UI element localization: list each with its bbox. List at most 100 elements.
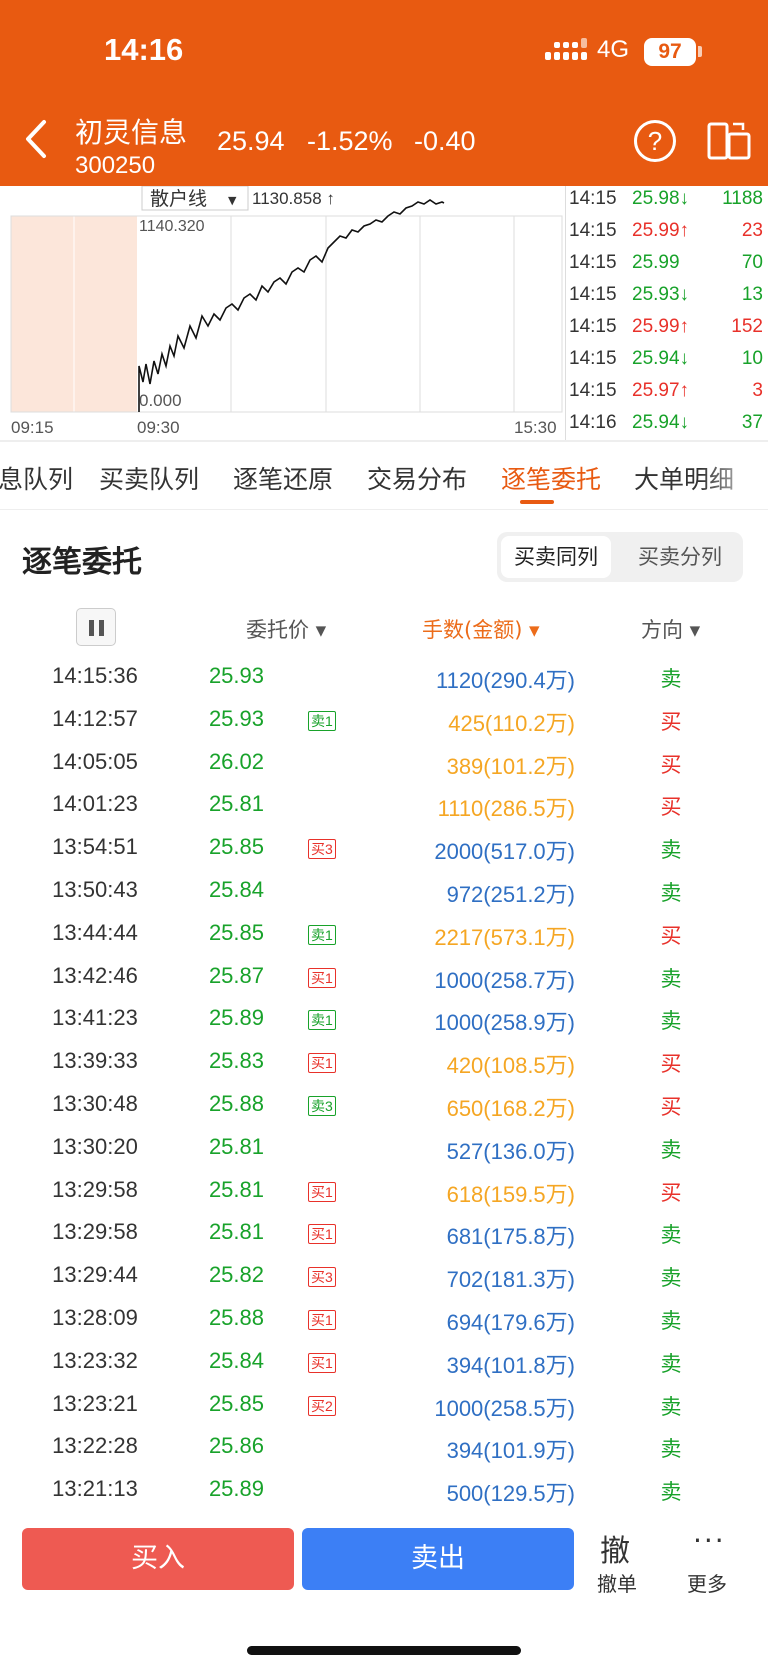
battery-tip	[698, 46, 702, 57]
tick-price: 25.94↓	[632, 348, 690, 369]
indicator-selector-label: 散户线	[150, 188, 207, 210]
back-arrow-icon[interactable]	[22, 118, 50, 160]
order-row[interactable]: 13:29:58 25.81 买1 681(175.8万) 卖	[0, 1219, 768, 1262]
tick-volume: 13	[741, 284, 763, 305]
tick-price: 25.94↓	[632, 412, 690, 433]
tab-tick-restore[interactable]: 逐笔还原	[233, 460, 333, 496]
intraday-chart[interactable]: 散户线 ▼ 1130.858 ↑ 1140.320 0.000 09:15 09…	[0, 186, 565, 440]
order-volume: 1120(290.4万)	[435, 668, 575, 693]
landscape-switch-icon[interactable]	[707, 120, 751, 162]
tab-order-queue[interactable]: 买卖队列	[99, 460, 199, 496]
order-volume: 618(159.5万)	[446, 1181, 575, 1207]
tab-queue[interactable]: 息队列	[0, 460, 73, 496]
order-direction: 卖	[660, 1138, 682, 1162]
order-volume: 394(101.8万)	[446, 1352, 575, 1378]
trade-tick-row: 14:15 25.99↑ 152	[566, 316, 768, 348]
order-row[interactable]: 13:29:58 25.81 买1 618(159.5万) 买	[0, 1177, 768, 1220]
tick-volume: 3	[752, 380, 763, 401]
order-row[interactable]: 13:30:20 25.81 527(136.0万) 卖	[0, 1134, 768, 1177]
tick-volume: 23	[741, 220, 763, 241]
tick-volume: 1188	[722, 188, 763, 209]
order-row[interactable]: 13:28:09 25.88 买1 694(179.6万) 卖	[0, 1305, 768, 1348]
stock-change-pct: -1.52%	[307, 126, 393, 156]
order-volume: 425(110.2万)	[448, 710, 575, 736]
order-direction: 卖	[660, 839, 682, 863]
more-icon[interactable]: ···	[693, 1524, 726, 1557]
y-axis-min: 0.000	[139, 391, 182, 410]
order-row[interactable]: 13:22:28 25.86 394(101.9万) 卖	[0, 1433, 768, 1476]
order-row[interactable]: 13:30:48 25.88 卖3 650(168.2万) 买	[0, 1091, 768, 1134]
tick-volume: 10	[741, 348, 763, 369]
tick-volume: 70	[741, 252, 763, 273]
tick-time: 14:15	[569, 252, 617, 273]
order-direction: 卖	[660, 1010, 682, 1034]
order-volume: 681(175.8万)	[446, 1224, 575, 1250]
view-mode-toggle[interactable]: 买卖同列 买卖分列	[497, 532, 743, 582]
order-row[interactable]: 13:50:43 25.84 972(251.2万) 卖	[0, 877, 768, 920]
indicator-value: 1130.858 ↑	[252, 189, 335, 208]
cancel-order-icon[interactable]: 撤	[600, 1526, 630, 1570]
tab-tick-orders[interactable]: 逐笔委托	[501, 460, 601, 496]
tick-price: 25.99↑	[632, 220, 690, 241]
order-row[interactable]: 13:41:23 25.89 卖1 1000(258.9万) 卖	[0, 1005, 768, 1048]
order-row[interactable]: 13:29:44 25.82 买3 702(181.3万) 卖	[0, 1262, 768, 1305]
tab-trade-distribution[interactable]: 交易分布	[367, 460, 467, 496]
order-direction: 卖	[660, 1395, 682, 1419]
split-column-option[interactable]: 买卖分列	[621, 536, 739, 578]
order-row[interactable]: 13:23:32 25.84 买1 394(101.8万) 卖	[0, 1348, 768, 1391]
tick-time: 14:15	[569, 316, 617, 337]
order-volume: 527(136.0万)	[446, 1138, 575, 1164]
x-label-open: 09:15	[11, 418, 54, 437]
tick-volume: 152	[731, 316, 763, 337]
status-time: 14:16	[104, 32, 184, 67]
col-direction-header[interactable]: 方向 ▾	[641, 614, 700, 644]
tick-time: 14:15	[569, 188, 617, 209]
sell-button[interactable]: 卖出	[302, 1528, 574, 1590]
order-row[interactable]: 14:12:57 25.93 卖1 425(110.2万) 买	[0, 706, 768, 749]
order-row[interactable]: 14:01:23 25.81 1110(286.5万) 买	[0, 791, 768, 834]
cancel-order-label[interactable]: 撤单	[597, 1568, 637, 1597]
tab-fade	[700, 442, 768, 509]
stock-code: 300250	[75, 152, 156, 179]
y-axis-max: 1140.320	[139, 218, 205, 235]
battery-icon: 97	[644, 38, 696, 66]
order-volume: 389(101.2万)	[446, 753, 575, 779]
order-direction: 买	[660, 1096, 682, 1119]
order-volume: 694(179.6万)	[446, 1310, 575, 1335]
order-row[interactable]: 14:15:36 25.93 1120(290.4万) 卖	[0, 663, 768, 706]
order-direction: 卖	[660, 1352, 682, 1376]
bottom-action-bar: 买入 卖出 撤 撤单 ··· 更多	[0, 1510, 768, 1665]
tick-price: 25.97↑	[632, 380, 690, 401]
col-price-header[interactable]: 委托价 ▾	[246, 614, 326, 644]
stock-price: 25.94	[217, 126, 285, 156]
stock-name: 初灵信息	[75, 116, 188, 149]
col-volume-header[interactable]: 手数(金额) ▾	[422, 614, 540, 644]
tick-price: 25.99	[632, 252, 680, 273]
more-label[interactable]: 更多	[687, 1568, 727, 1597]
tick-price: 25.98↓	[632, 188, 690, 209]
order-direction: 卖	[660, 1267, 682, 1291]
buy-button[interactable]: 买入	[22, 1528, 294, 1590]
tick-time: 14:15	[569, 380, 617, 401]
order-row[interactable]: 13:39:33 25.83 买1 420(108.5万) 买	[0, 1048, 768, 1091]
same-column-option[interactable]: 买卖同列	[501, 536, 611, 578]
order-volume: 1000(258.7万)	[434, 967, 575, 993]
trade-ticks-list[interactable]: 14:15 25.98↓ 1188 14:15 25.99↑ 23 14:15 25.99 70…	[565, 186, 768, 440]
x-label-start: 09:30	[137, 418, 180, 437]
order-volume: 1000(258.5万)	[434, 1395, 575, 1421]
help-icon[interactable]: ?	[634, 120, 676, 162]
chevron-down-icon: ▼	[228, 194, 237, 207]
order-direction: 买	[660, 796, 682, 820]
pause-button[interactable]	[76, 608, 116, 646]
tab-bar[interactable]: 息队列 买卖队列 逐笔还原 交易分布 逐笔委托 大单明细	[0, 442, 768, 510]
order-direction: 买	[660, 1053, 682, 1077]
order-row[interactable]: 13:54:51 25.85 买3 2000(517.0万) 卖	[0, 834, 768, 877]
order-row[interactable]: 13:42:46 25.87 买1 1000(258.7万) 卖	[0, 963, 768, 1006]
order-row[interactable]: 14:05:05 26.02 389(101.2万) 买	[0, 749, 768, 792]
order-row[interactable]: 13:23:21 25.85 买2 1000(258.5万) 卖	[0, 1391, 768, 1434]
home-indicator[interactable]	[247, 1646, 521, 1655]
order-volume: 500(129.5万)	[446, 1481, 575, 1507]
order-direction: 买	[660, 710, 682, 734]
order-row[interactable]: 13:44:44 25.85 卖1 2217(573.1万) 买	[0, 920, 768, 963]
trade-tick-row: 14:15 25.93↓ 13	[566, 284, 768, 316]
